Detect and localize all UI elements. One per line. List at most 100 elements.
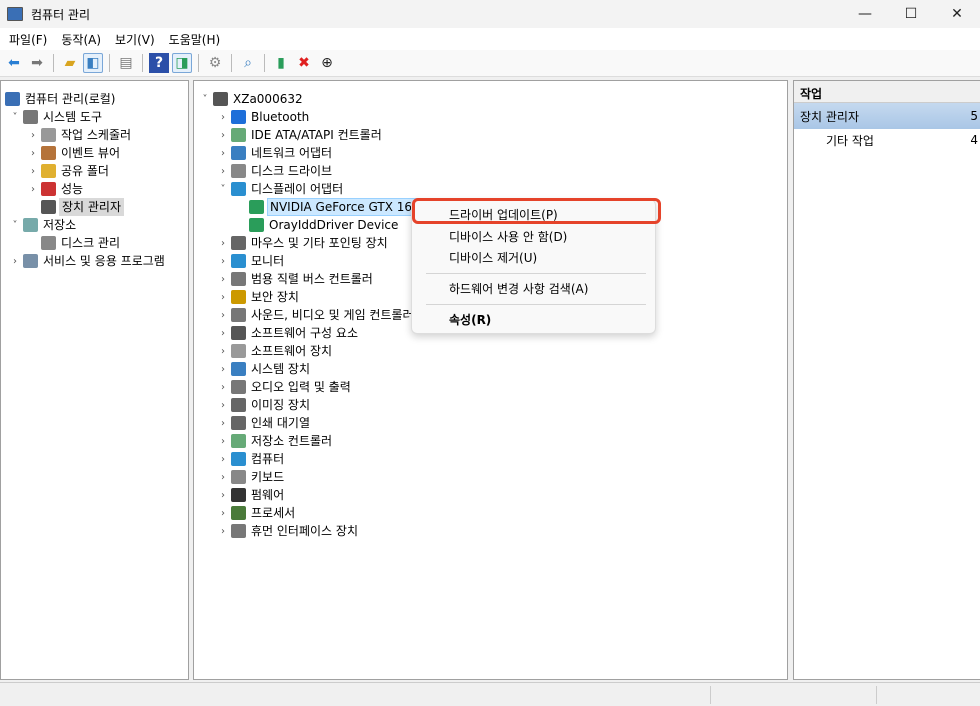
device-tree-item[interactable]: › 오디오 입력 및 출력 [194, 378, 787, 396]
menu-item-properties[interactable]: 속성(R) [412, 309, 655, 331]
status-divider [876, 686, 877, 704]
device-category-icon [249, 218, 264, 232]
enable-device-icon[interactable]: ▮ [271, 53, 291, 73]
device-tree-item[interactable]: ˅ XZa000632 [194, 90, 787, 108]
uninstall-icon[interactable]: ✖ [294, 53, 314, 73]
device-tree-item[interactable]: › IDE ATA/ATAPI 컨트롤러 [194, 126, 787, 144]
expand-chevron-right-icon[interactable]: › [218, 292, 228, 303]
close-button[interactable]: ✕ [934, 0, 980, 28]
tree-item-label: 서비스 및 응용 프로그램 [43, 254, 165, 268]
menu-action[interactable]: 동작(A) [56, 31, 106, 48]
expand-chevron-right-icon[interactable]: › [218, 364, 228, 375]
expand-chevron-right-icon[interactable]: › [218, 130, 228, 141]
expand-chevron-right-icon[interactable]: › [28, 166, 38, 177]
collapse-arrow-icon[interactable]: 5 [970, 109, 978, 123]
expand-chevron-right-icon[interactable]: › [28, 130, 38, 141]
expand-chevron-right-icon[interactable]: › [218, 310, 228, 321]
scan-hardware-icon[interactable]: ⌕ [238, 53, 258, 73]
expand-chevron-right-icon[interactable]: › [218, 166, 228, 177]
expand-chevron-down-icon[interactable]: ˅ [200, 94, 210, 105]
expand-chevron-right-icon[interactable]: › [218, 238, 228, 249]
expand-chevron-right-icon[interactable]: › [218, 382, 228, 393]
device-tree-item[interactable]: › 컴퓨터 [194, 450, 787, 468]
device-tree-item[interactable]: › 네트워크 어댑터 [194, 144, 787, 162]
console-tree-item[interactable]: › 공유 폴더 [1, 162, 188, 180]
window-title: 컴퓨터 관리 [31, 7, 91, 22]
device-tree-item[interactable]: › 휴먼 인터페이스 장치 [194, 522, 787, 540]
device-tree-item[interactable]: › 이미징 장치 [194, 396, 787, 414]
device-category-icon [23, 110, 38, 124]
expand-chevron-right-icon[interactable]: › [218, 112, 228, 123]
device-tree-item[interactable]: › 프로세서 [194, 504, 787, 522]
console-tree-item[interactable]: ˅ 저장소 [1, 216, 188, 234]
console-tree-item[interactable]: 디스크 관리 [1, 234, 188, 252]
console-tree-item[interactable]: › 성능 [1, 180, 188, 198]
menu-item-disable-device[interactable]: 디바이스 사용 안 함(D) [412, 226, 655, 248]
show-hide-console-tree-icon[interactable]: ◧ [83, 53, 103, 73]
menu-view[interactable]: 보기(V) [110, 31, 160, 48]
device-tree-item[interactable]: › 키보드 [194, 468, 787, 486]
console-tree-item[interactable]: ˅ 시스템 도구 [1, 108, 188, 126]
expand-chevron-right-icon[interactable]: › [218, 418, 228, 429]
expand-chevron-right-icon[interactable]: › [218, 472, 228, 483]
menu-item-scan-hardware[interactable]: 하드웨어 변경 사항 검색(A) [412, 278, 655, 300]
device-tree-item[interactable]: › 시스템 장치 [194, 360, 787, 378]
menu-help[interactable]: 도움말(H) [164, 31, 226, 48]
expand-chevron-right-icon[interactable]: › [28, 148, 38, 159]
console-tree-item[interactable]: › 서비스 및 응용 프로그램 [1, 252, 188, 270]
forward-icon[interactable]: ➡ [27, 53, 47, 73]
help-icon[interactable]: ? [149, 53, 169, 73]
device-tree-item[interactable]: ˅ 디스플레이 어댑터 [194, 180, 787, 198]
expand-chevron-right-icon[interactable]: › [218, 400, 228, 411]
device-tree-item[interactable]: › 디스크 드라이브 [194, 162, 787, 180]
expand-chevron-right-icon[interactable]: › [218, 346, 228, 357]
expand-chevron-right-icon[interactable]: › [218, 274, 228, 285]
disable-device-icon[interactable]: ⊕ [317, 53, 337, 73]
expand-chevron-right-icon[interactable]: › [218, 328, 228, 339]
expand-chevron-right-icon[interactable]: › [218, 526, 228, 537]
menu-item-uninstall-device[interactable]: 디바이스 제거(U) [412, 247, 655, 269]
expand-chevron-right-icon[interactable]: › [218, 148, 228, 159]
menu-file[interactable]: 파일(F) [4, 31, 52, 48]
tree-item-label: 컴퓨터 [251, 452, 285, 466]
status-bar [0, 682, 980, 706]
device-tree-item[interactable]: › 인쇄 대기열 [194, 414, 787, 432]
tree-item-label: 네트워크 어댑터 [251, 146, 333, 160]
device-category-icon [231, 110, 246, 124]
expand-chevron-down-icon[interactable]: ˅ [218, 184, 228, 195]
console-tree-item[interactable]: › 작업 스케줄러 [1, 126, 188, 144]
tree-item-label: 저장소 컨트롤러 [251, 434, 333, 448]
update-driver-icon[interactable]: ⚙ [205, 53, 225, 73]
expand-chevron-right-icon[interactable]: › [218, 436, 228, 447]
device-category-icon [231, 182, 246, 196]
device-tree-item[interactable]: › 소프트웨어 장치 [194, 342, 787, 360]
expand-chevron-right-icon[interactable]: › [218, 490, 228, 501]
expand-chevron-down-icon[interactable]: ˅ [10, 220, 20, 231]
expand-chevron-right-icon[interactable]: › [10, 256, 20, 267]
maximize-button[interactable]: ☐ [888, 0, 934, 28]
device-tree-item[interactable]: › 펌웨어 [194, 486, 787, 504]
title-bar: 컴퓨터 관리 — ☐ ✕ [0, 0, 980, 28]
menu-separator [426, 304, 646, 305]
action-more-actions[interactable]: 기타 작업 4 [794, 129, 980, 151]
action-group-device-manager[interactable]: 장치 관리자 5 [794, 103, 980, 129]
device-tree-item[interactable]: › Bluetooth [194, 108, 787, 126]
console-tree-item[interactable]: 컴퓨터 관리(로컬) [1, 90, 188, 108]
up-folder-icon[interactable]: ▰ [60, 53, 80, 73]
show-action-pane-icon[interactable]: ◨ [172, 53, 192, 73]
actions-header: 작업 [794, 81, 980, 103]
expand-chevron-right-icon[interactable]: › [218, 454, 228, 465]
minimize-button[interactable]: — [842, 0, 888, 28]
device-category-icon [231, 452, 246, 466]
console-tree-item[interactable]: › 이벤트 뷰어 [1, 144, 188, 162]
back-icon[interactable]: ⬅ [4, 53, 24, 73]
device-tree-item[interactable]: › 저장소 컨트롤러 [194, 432, 787, 450]
properties-icon[interactable]: ▤ [116, 53, 136, 73]
tree-item-label: 소프트웨어 구성 요소 [251, 326, 358, 340]
expand-chevron-down-icon[interactable]: ˅ [10, 112, 20, 123]
console-tree-item[interactable]: 장치 관리자 [1, 198, 188, 216]
expand-chevron-right-icon[interactable]: › [28, 184, 38, 195]
tree-item-label: 디스크 관리 [61, 236, 121, 250]
expand-chevron-right-icon[interactable]: › [218, 508, 228, 519]
expand-chevron-right-icon[interactable]: › [218, 256, 228, 267]
